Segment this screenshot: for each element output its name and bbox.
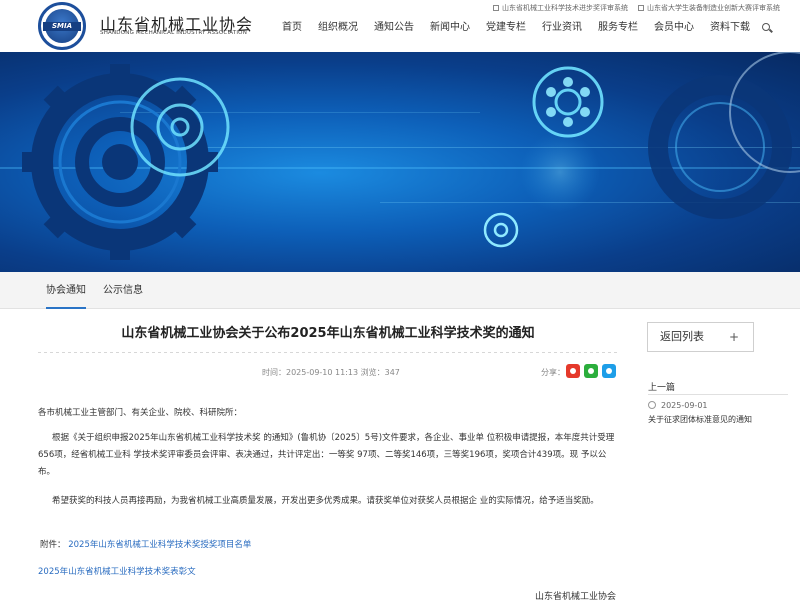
association-logo-icon[interactable]: SMIA <box>38 2 86 50</box>
attachment-link[interactable]: 2025年山东省机械工业科学技术奖授奖项目名单 <box>68 540 251 550</box>
nav-item-news[interactable]: 新闻中心 <box>422 21 478 35</box>
back-to-list-label: 返回列表 <box>660 330 704 343</box>
nav-item-industry[interactable]: 行业资讯 <box>534 21 590 35</box>
clock-icon <box>648 401 656 409</box>
article-greeting: 各市机械工业主管部门、有关企业、院校、科研院所： <box>38 408 243 418</box>
nav-item-members[interactable]: 会员中心 <box>646 21 702 35</box>
system-icon <box>493 5 499 11</box>
wechat-share-icon[interactable] <box>584 364 598 378</box>
sub-nav: 协会通知 公示信息 <box>0 272 800 309</box>
main-nav: 首页 组织概况 通知公告 新闻中心 党建专栏 行业资讯 服务专栏 会员中心 资料… <box>274 21 774 35</box>
previous-article-date: 2025-09-01 <box>648 401 708 410</box>
site-header: SMIA 山东省机械工业协会 SHANDONG MECHANICAL INDUS… <box>0 0 800 52</box>
gears-illustration <box>0 52 800 260</box>
back-to-list-button[interactable]: 返回列表 + <box>647 322 754 352</box>
site-subtitle: SHANDONG MECHANICAL INDUSTRY ASSOCIATION <box>100 30 248 36</box>
nav-item-services[interactable]: 服务专栏 <box>590 21 646 35</box>
divider <box>648 394 788 395</box>
top-links: 山东省机械工业科学技术进步奖评审系统 山东省大学生装备制造业创新大赛评审系统 <box>493 3 780 13</box>
share-label: 分享： <box>541 368 565 377</box>
previous-article-heading: 上一篇 <box>648 383 676 393</box>
article-meta: 时间：2025-09-10 11:13 浏览：347 <box>262 368 400 377</box>
attachment-line: 附件： 2025年山东省机械工业科学技术奖授奖项目名单 <box>40 538 251 550</box>
weibo-share-icon[interactable] <box>566 364 580 378</box>
search-icon[interactable] <box>760 21 774 35</box>
qq-share-icon[interactable] <box>602 364 616 378</box>
award-document-link[interactable]: 2025年山东省机械工业科学技术奖表彰文 <box>38 565 196 577</box>
nav-item-downloads[interactable]: 资料下载 <box>702 21 758 35</box>
hero-banner <box>0 52 800 272</box>
article-title: 山东省机械工业协会关于公布2025年山东省机械工业科学技术奖的通知 <box>121 326 535 341</box>
previous-article-link[interactable]: 关于征求团体标准意见的通知 <box>648 414 752 425</box>
nav-item-party[interactable]: 党建专栏 <box>478 21 534 35</box>
nav-item-organization[interactable]: 组织概况 <box>310 21 366 35</box>
signature: 山东省机械工业协会 <box>535 592 617 602</box>
top-link-tech-award-system[interactable]: 山东省机械工业科学技术进步奖评审系统 <box>493 3 628 13</box>
tab-public-info[interactable]: 公示信息 <box>103 272 143 309</box>
top-link-innovation-contest-system[interactable]: 山东省大学生装备制造业创新大赛评审系统 <box>638 3 780 13</box>
system-icon <box>638 5 644 11</box>
article-paragraph: 希望获奖的科技人员再接再励，为我省机械工业高质量发展，开发出更多优秀成果。请获奖… <box>52 496 599 506</box>
nav-item-home[interactable]: 首页 <box>274 21 310 35</box>
article-paragraph: 根据《关于组织申报2025年山东省机械工业科学技术奖 的通知》(鲁机协〔2025… <box>38 433 615 477</box>
plus-icon: + <box>728 330 739 344</box>
divider <box>38 352 618 353</box>
tab-association-notices[interactable]: 协会通知 <box>46 272 86 309</box>
attachment-label: 附件： <box>40 540 66 550</box>
nav-item-notices[interactable]: 通知公告 <box>366 21 422 35</box>
logo-seal-text: SMIA <box>43 22 81 31</box>
